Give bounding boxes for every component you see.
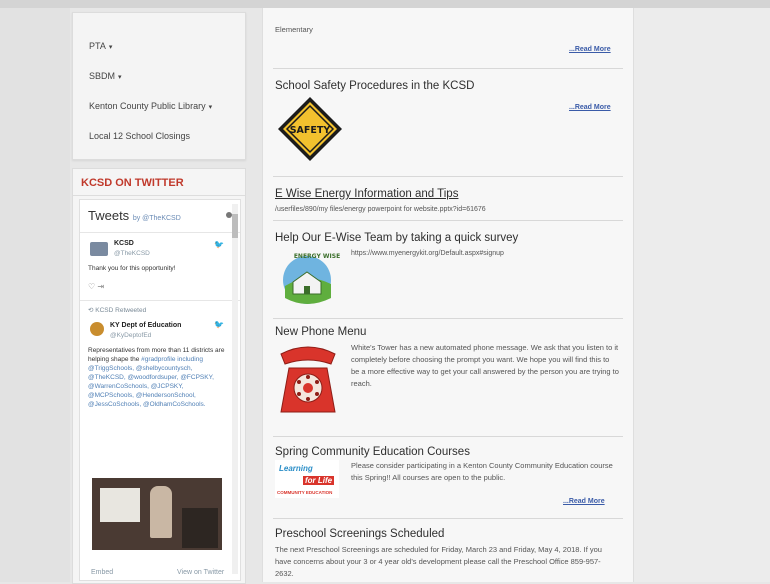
energy-wise-logo-text: ENERGY WISE [294,253,340,260]
divider [273,68,623,69]
logo-text: for Life [303,476,335,485]
article-file-path[interactable]: /userfiles/890/my files/energy powerpoin… [275,204,486,216]
tweets-by[interactable]: by @TheKCSD [133,215,181,222]
article-title[interactable]: Spring Community Education Courses [275,446,470,458]
article-fragment: Elementary [275,25,313,34]
divider [80,232,240,233]
divider [273,436,623,437]
energy-wise-logo-icon[interactable]: ENERGY WISE [277,248,343,308]
tweet-photo[interactable] [92,478,222,550]
survey-url-link[interactable]: https://www.myenergykit.org/Default.aspx… [351,248,504,260]
tweet-author-name[interactable]: KY Dept of Education [110,322,181,329]
safety-sign-text: SAFETY [290,125,331,136]
tweet-text: Representatives from more than 11 distri… [88,347,225,408]
photo-screen [100,488,140,522]
menu-item-library[interactable]: Kenton County Public Library ▾ [89,101,212,111]
twitter-bird-icon: 🐦 [214,240,224,249]
article-body: Please consider participating in a Kento… [351,461,613,482]
article-title[interactable]: Help Our E-Wise Team by taking a quick s… [275,232,518,244]
embed-link[interactable]: Embed [91,569,113,576]
learning-for-life-logo[interactable]: Learning for Life COMMUNITY EDUCATION [275,460,339,498]
tweet-author-handle[interactable]: @KyDeptofEd [110,332,151,339]
chevron-down-icon: ▾ [118,74,122,81]
twitter-heading: KCSD ON TWITTER [81,177,184,189]
read-more-link[interactable]: ...Read More [569,46,611,53]
phone-icon[interactable] [275,340,341,420]
logo-text: COMMUNITY EDUCATION [277,490,333,495]
twitter-timeline[interactable]: Tweets by @TheKCSD KCSD @TheKCSD 🐦 Thank… [79,199,241,581]
left-gutter [0,8,70,582]
view-on-twitter-link[interactable]: View on Twitter [177,569,224,576]
sidebar-links-menu: PTA ▾ SBDM ▾ Kenton County Public Library ▾… [72,12,246,160]
tweet-actions[interactable]: ♡ ⇥ [88,282,104,291]
article-title[interactable]: New Phone Menu [275,326,366,338]
divider [273,318,623,319]
article-body: The next Preschool Screenings are schedu… [275,545,602,578]
top-strip [0,0,770,8]
tweets-title: Tweets by @TheKCSD [88,208,181,223]
twitter-card: KCSD ON TWITTER Tweets by @TheKCSD KCSD … [72,168,246,584]
avatar[interactable] [90,242,108,256]
tweet-author-handle[interactable]: @TheKCSD [114,250,150,257]
divider [273,220,623,221]
tweet-author-name[interactable]: KCSD [114,240,134,247]
divider [73,195,245,196]
photo-person [182,508,218,548]
menu-item-school-closings[interactable]: Local 12 School Closings [89,131,190,141]
divider [80,300,240,301]
photo-person [150,486,172,538]
divider [273,518,623,519]
read-more-link[interactable]: ...Read More [569,104,611,111]
right-gutter [632,8,770,582]
tweet-links[interactable]: #gradprofile including @TriggSchools, @s… [88,356,214,408]
menu-item-pta[interactable]: PTA ▾ [89,41,112,51]
scrollbar[interactable] [232,204,238,574]
menu-item-sbdm[interactable]: SBDM ▾ [89,71,122,81]
tweet-text: Thank you for this opportunity! [88,265,176,272]
avatar[interactable] [90,322,104,336]
chevron-down-icon: ▾ [108,44,113,51]
article-title[interactable]: School Safety Procedures in the KCSD [275,80,474,92]
logo-text: Learning [279,464,313,473]
safety-sign-icon[interactable]: SAFETY [277,96,343,162]
article-title[interactable]: E Wise Energy Information and Tips [275,188,458,200]
retweet-label: ⟲ KCSD Retweeted [88,307,147,314]
twitter-bird-icon: 🐦 [214,320,224,329]
divider [273,176,623,177]
chevron-down-icon: ▾ [208,104,213,111]
article-body: White's Tower has a new automated phone … [351,343,619,388]
news-feed: Elementary ...Read More School Safety Pr… [262,8,634,582]
read-more-link[interactable]: ...Read More [563,498,605,505]
article-title[interactable]: Preschool Screenings Scheduled [275,528,444,540]
scrollbar-thumb[interactable] [232,214,238,238]
